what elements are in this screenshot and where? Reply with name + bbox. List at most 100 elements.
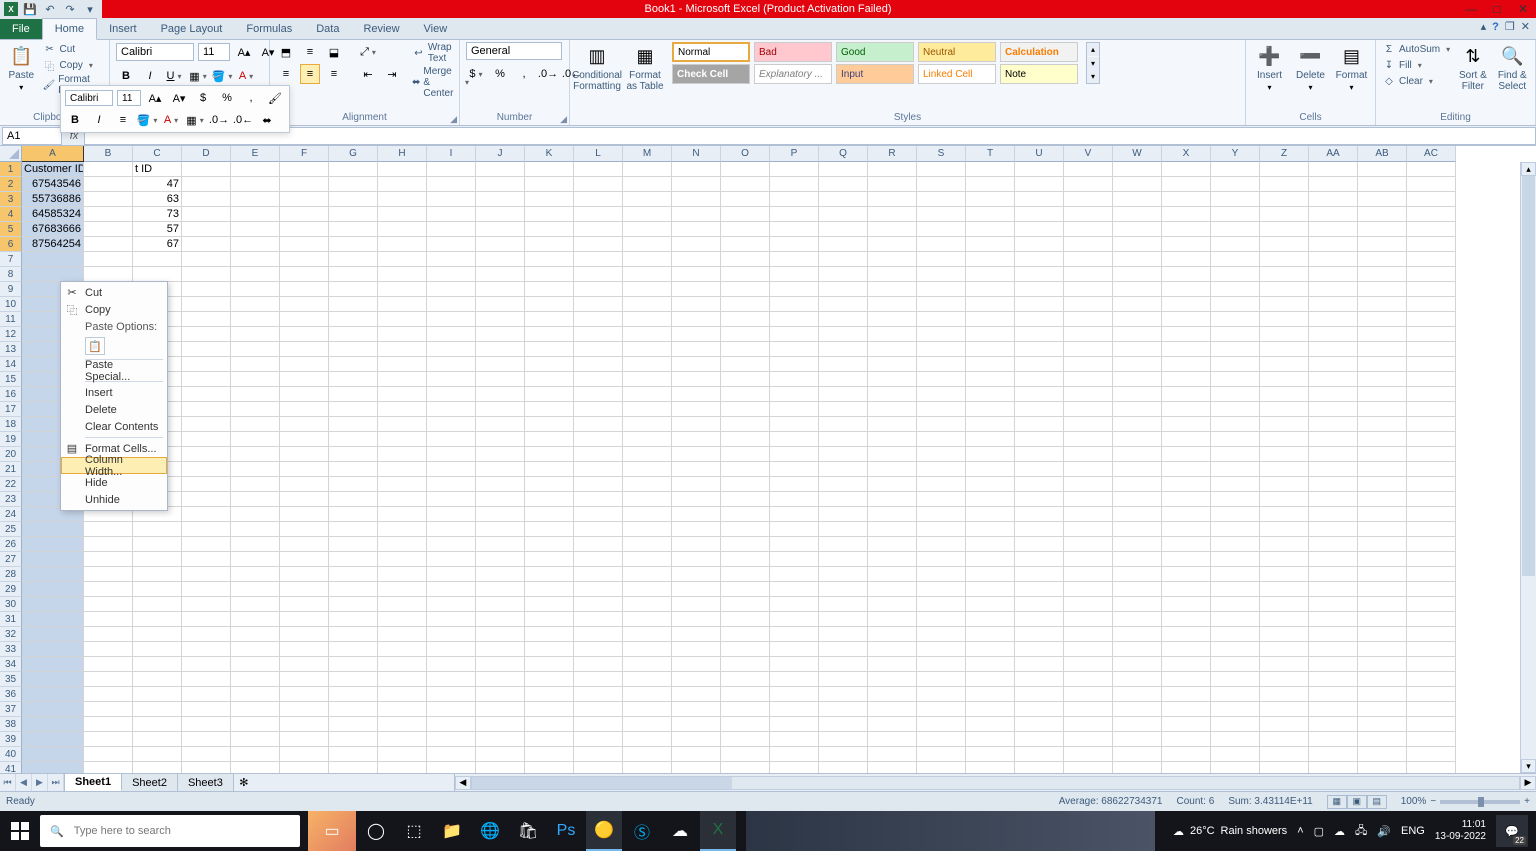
cell-D39[interactable] — [182, 732, 231, 747]
cell-O36[interactable] — [721, 687, 770, 702]
cell-V27[interactable] — [1064, 552, 1113, 567]
cell-M7[interactable] — [623, 252, 672, 267]
cell-C34[interactable] — [133, 657, 182, 672]
cell-U20[interactable] — [1015, 447, 1064, 462]
cell-I19[interactable] — [427, 432, 476, 447]
cell-G24[interactable] — [329, 507, 378, 522]
cell-AC14[interactable] — [1407, 357, 1456, 372]
cell-X11[interactable] — [1162, 312, 1211, 327]
cell-AA34[interactable] — [1309, 657, 1358, 672]
sheet-tab-3[interactable]: Sheet3 — [178, 774, 234, 791]
cell-R18[interactable] — [868, 417, 917, 432]
cell-F39[interactable] — [280, 732, 329, 747]
cell-O17[interactable] — [721, 402, 770, 417]
align-right-icon[interactable]: ≡ — [324, 64, 344, 84]
minimize-ribbon-icon[interactable]: ▴ — [1481, 20, 1487, 33]
cell-X5[interactable] — [1162, 222, 1211, 237]
cell-X14[interactable] — [1162, 357, 1211, 372]
cell-O1[interactable] — [721, 162, 770, 177]
cell-T14[interactable] — [966, 357, 1015, 372]
cell-F11[interactable] — [280, 312, 329, 327]
cell-E18[interactable] — [231, 417, 280, 432]
cell-O24[interactable] — [721, 507, 770, 522]
cell-X22[interactable] — [1162, 477, 1211, 492]
column-header-J[interactable]: J — [476, 146, 525, 162]
cell-J15[interactable] — [476, 372, 525, 387]
cell-T38[interactable] — [966, 717, 1015, 732]
cell-F10[interactable] — [280, 297, 329, 312]
cell-K39[interactable] — [525, 732, 574, 747]
chrome-icon[interactable]: 🟡 — [586, 811, 622, 851]
cell-S34[interactable] — [917, 657, 966, 672]
cell-B5[interactable] — [84, 222, 133, 237]
cell-I37[interactable] — [427, 702, 476, 717]
news-widget-icon[interactable]: ▭ — [308, 811, 356, 851]
cell-F4[interactable] — [280, 207, 329, 222]
cell-C29[interactable] — [133, 582, 182, 597]
cell-L12[interactable] — [574, 327, 623, 342]
cell-AC6[interactable] — [1407, 237, 1456, 252]
cell-AA14[interactable] — [1309, 357, 1358, 372]
language-indicator[interactable]: ENG — [1401, 825, 1425, 837]
row-header-25[interactable]: 25 — [0, 522, 22, 537]
cell-Y5[interactable] — [1211, 222, 1260, 237]
cell-K16[interactable] — [525, 387, 574, 402]
tab-file[interactable]: File — [0, 19, 42, 39]
cell-Y29[interactable] — [1211, 582, 1260, 597]
cell-K38[interactable] — [525, 717, 574, 732]
cell-T20[interactable] — [966, 447, 1015, 462]
cell-AC37[interactable] — [1407, 702, 1456, 717]
cell-X15[interactable] — [1162, 372, 1211, 387]
cell-H18[interactable] — [378, 417, 427, 432]
cell-U12[interactable] — [1015, 327, 1064, 342]
cell-Q13[interactable] — [819, 342, 868, 357]
cell-U10[interactable] — [1015, 297, 1064, 312]
cell-S23[interactable] — [917, 492, 966, 507]
cell-G18[interactable] — [329, 417, 378, 432]
tab-data[interactable]: Data — [304, 19, 351, 39]
cell-U4[interactable] — [1015, 207, 1064, 222]
cell-S3[interactable] — [917, 192, 966, 207]
align-top-icon[interactable]: ⬒ — [276, 42, 296, 62]
mini-dec-decimal-icon[interactable]: .0← — [233, 110, 253, 130]
cell-G6[interactable] — [329, 237, 378, 252]
conditional-formatting-button[interactable]: ▥ Conditional Formatting — [576, 42, 618, 92]
hscroll-thumb[interactable] — [472, 777, 732, 789]
cell-Y6[interactable] — [1211, 237, 1260, 252]
cell-S9[interactable] — [917, 282, 966, 297]
cell-R20[interactable] — [868, 447, 917, 462]
cell-W12[interactable] — [1113, 327, 1162, 342]
cell-Q34[interactable] — [819, 657, 868, 672]
excel-taskbar-icon[interactable]: X — [700, 811, 736, 851]
cell-AB8[interactable] — [1358, 267, 1407, 282]
cell-X24[interactable] — [1162, 507, 1211, 522]
cell-AC27[interactable] — [1407, 552, 1456, 567]
cell-D15[interactable] — [182, 372, 231, 387]
cell-R30[interactable] — [868, 597, 917, 612]
cell-A5[interactable]: 67683666 — [22, 222, 84, 237]
cell-X41[interactable] — [1162, 762, 1211, 773]
cell-L27[interactable] — [574, 552, 623, 567]
cell-R19[interactable] — [868, 432, 917, 447]
cell-U34[interactable] — [1015, 657, 1064, 672]
cell-Q11[interactable] — [819, 312, 868, 327]
cell-J22[interactable] — [476, 477, 525, 492]
cell-AC28[interactable] — [1407, 567, 1456, 582]
cell-G5[interactable] — [329, 222, 378, 237]
cell-W4[interactable] — [1113, 207, 1162, 222]
cell-U26[interactable] — [1015, 537, 1064, 552]
cell-Y11[interactable] — [1211, 312, 1260, 327]
cell-G36[interactable] — [329, 687, 378, 702]
cell-AB19[interactable] — [1358, 432, 1407, 447]
cell-L3[interactable] — [574, 192, 623, 207]
cell-I11[interactable] — [427, 312, 476, 327]
cell-I33[interactable] — [427, 642, 476, 657]
cell-Z41[interactable] — [1260, 762, 1309, 773]
row-header-40[interactable]: 40 — [0, 747, 22, 762]
cell-AB34[interactable] — [1358, 657, 1407, 672]
cell-C38[interactable] — [133, 717, 182, 732]
cell-K6[interactable] — [525, 237, 574, 252]
horizontal-scrollbar[interactable]: ◀ ▶ — [454, 774, 1536, 791]
cell-R35[interactable] — [868, 672, 917, 687]
cell-O25[interactable] — [721, 522, 770, 537]
